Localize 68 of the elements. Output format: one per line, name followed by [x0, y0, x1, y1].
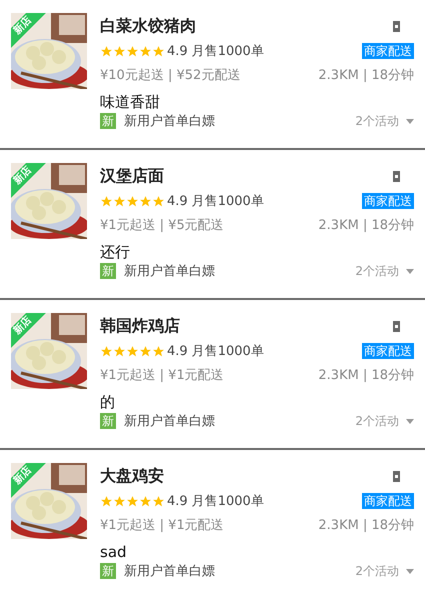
- rating-text: 4.9: [167, 494, 188, 508]
- delivery-tag: 商家配送: [362, 193, 414, 209]
- delivery-tag: 商家配送: [362, 493, 414, 509]
- star-icon: [139, 344, 152, 358]
- distance-text: 2.3KM | 18分钟: [318, 517, 414, 534]
- promo-tag: 新: [100, 263, 116, 279]
- shop-card[interactable]: 新店 白菜水饺猪肉 4.9 月售1000单 商家配送 ¥10元起送 | ¥52元配送 2.3KM | 18分钟 味道香甜 新 新用户首单白嫖 2个活动: [0, 0, 425, 150]
- star-icon: [113, 194, 126, 208]
- star-icon: [152, 344, 165, 358]
- promo-tag: 新: [100, 563, 116, 579]
- price-text: ¥1元起送 | ¥1元配送: [100, 367, 224, 384]
- shop-description: 还行: [100, 242, 131, 262]
- star-icon: [152, 494, 165, 508]
- star-icon: [139, 44, 152, 58]
- shop-card[interactable]: 新店 汉堡店面 4.9 月售1000单 商家配送 ¥1元起送 | ¥5元配送 2.3KM | 18分钟 还行 新 新用户首单白嫖 2个活动: [0, 150, 425, 300]
- star-icon: [126, 194, 139, 208]
- star-icon: [100, 494, 113, 508]
- shop-name: 韩国炸鸡店: [100, 315, 180, 337]
- star-icon: [152, 194, 165, 208]
- shop-description: sad: [100, 542, 128, 562]
- star-icon: [113, 44, 126, 58]
- promo-text: 新用户首单白嫖: [124, 413, 215, 430]
- caret-icon: [406, 418, 414, 424]
- delivery-tag: 商家配送: [362, 43, 414, 59]
- star-icon: [113, 344, 126, 358]
- rating-text: 4.9: [167, 344, 188, 358]
- distance-text: 2.3KM | 18分钟: [318, 217, 414, 234]
- sales-text: 月售1000单: [192, 193, 264, 210]
- price-text: ¥10元起送 | ¥52元配送: [100, 67, 240, 84]
- delivery-tag: 商家配送: [362, 343, 414, 359]
- star-icon: [152, 44, 165, 58]
- star-icon: [126, 494, 139, 508]
- distance-text: 2.3KM | 18分钟: [318, 67, 414, 84]
- sales-text: 月售1000单: [192, 343, 264, 360]
- shop-card[interactable]: 新店 大盘鸡安 4.9 月售1000单 商家配送 ¥1元起送 | ¥1元配送 2.3KM | 18分钟 sad 新 新用户首单白嫖 2个活动: [0, 450, 425, 592]
- star-icon: [113, 494, 126, 508]
- small-square-icon: [393, 320, 400, 332]
- small-square-icon: [393, 170, 400, 182]
- shop-card[interactable]: 新店 韩国炸鸡店 4.9 月售1000单 商家配送 ¥1元起送 | ¥1元配送 2.3KM | 18分钟 的 新 新用户首单白嫖 2个活动: [0, 300, 425, 450]
- star-icon: [126, 44, 139, 58]
- rating-text: 4.9: [167, 194, 188, 208]
- small-square-icon: [393, 20, 400, 32]
- shop-description: 的: [100, 392, 116, 412]
- rating-text: 4.9: [167, 44, 188, 58]
- star-icon: [100, 344, 113, 358]
- star-icon: [126, 344, 139, 358]
- shop-name: 大盘鸡安: [100, 465, 164, 487]
- sales-text: 月售1000单: [192, 493, 264, 510]
- price-text: ¥1元起送 | ¥5元配送: [100, 217, 224, 234]
- star-icon: [139, 494, 152, 508]
- caret-icon: [406, 268, 414, 274]
- shop-name: 汉堡店面: [100, 165, 164, 187]
- caret-icon: [406, 118, 414, 124]
- star-icon: [139, 194, 152, 208]
- star-icon: [100, 194, 113, 208]
- caret-icon: [406, 568, 414, 574]
- promo-tag: 新: [100, 413, 116, 429]
- sales-text: 月售1000单: [192, 43, 264, 60]
- star-icon: [100, 44, 113, 58]
- promo-tag: 新: [100, 113, 116, 129]
- promo-text: 新用户首单白嫖: [124, 563, 215, 580]
- shop-name: 白菜水饺猪肉: [100, 15, 196, 37]
- shop-description: 味道香甜: [100, 92, 161, 112]
- distance-text: 2.3KM | 18分钟: [318, 367, 414, 384]
- price-text: ¥1元起送 | ¥1元配送: [100, 517, 224, 534]
- small-square-icon: [393, 470, 400, 482]
- promo-text: 新用户首单白嫖: [124, 113, 215, 130]
- promo-text: 新用户首单白嫖: [124, 263, 215, 280]
